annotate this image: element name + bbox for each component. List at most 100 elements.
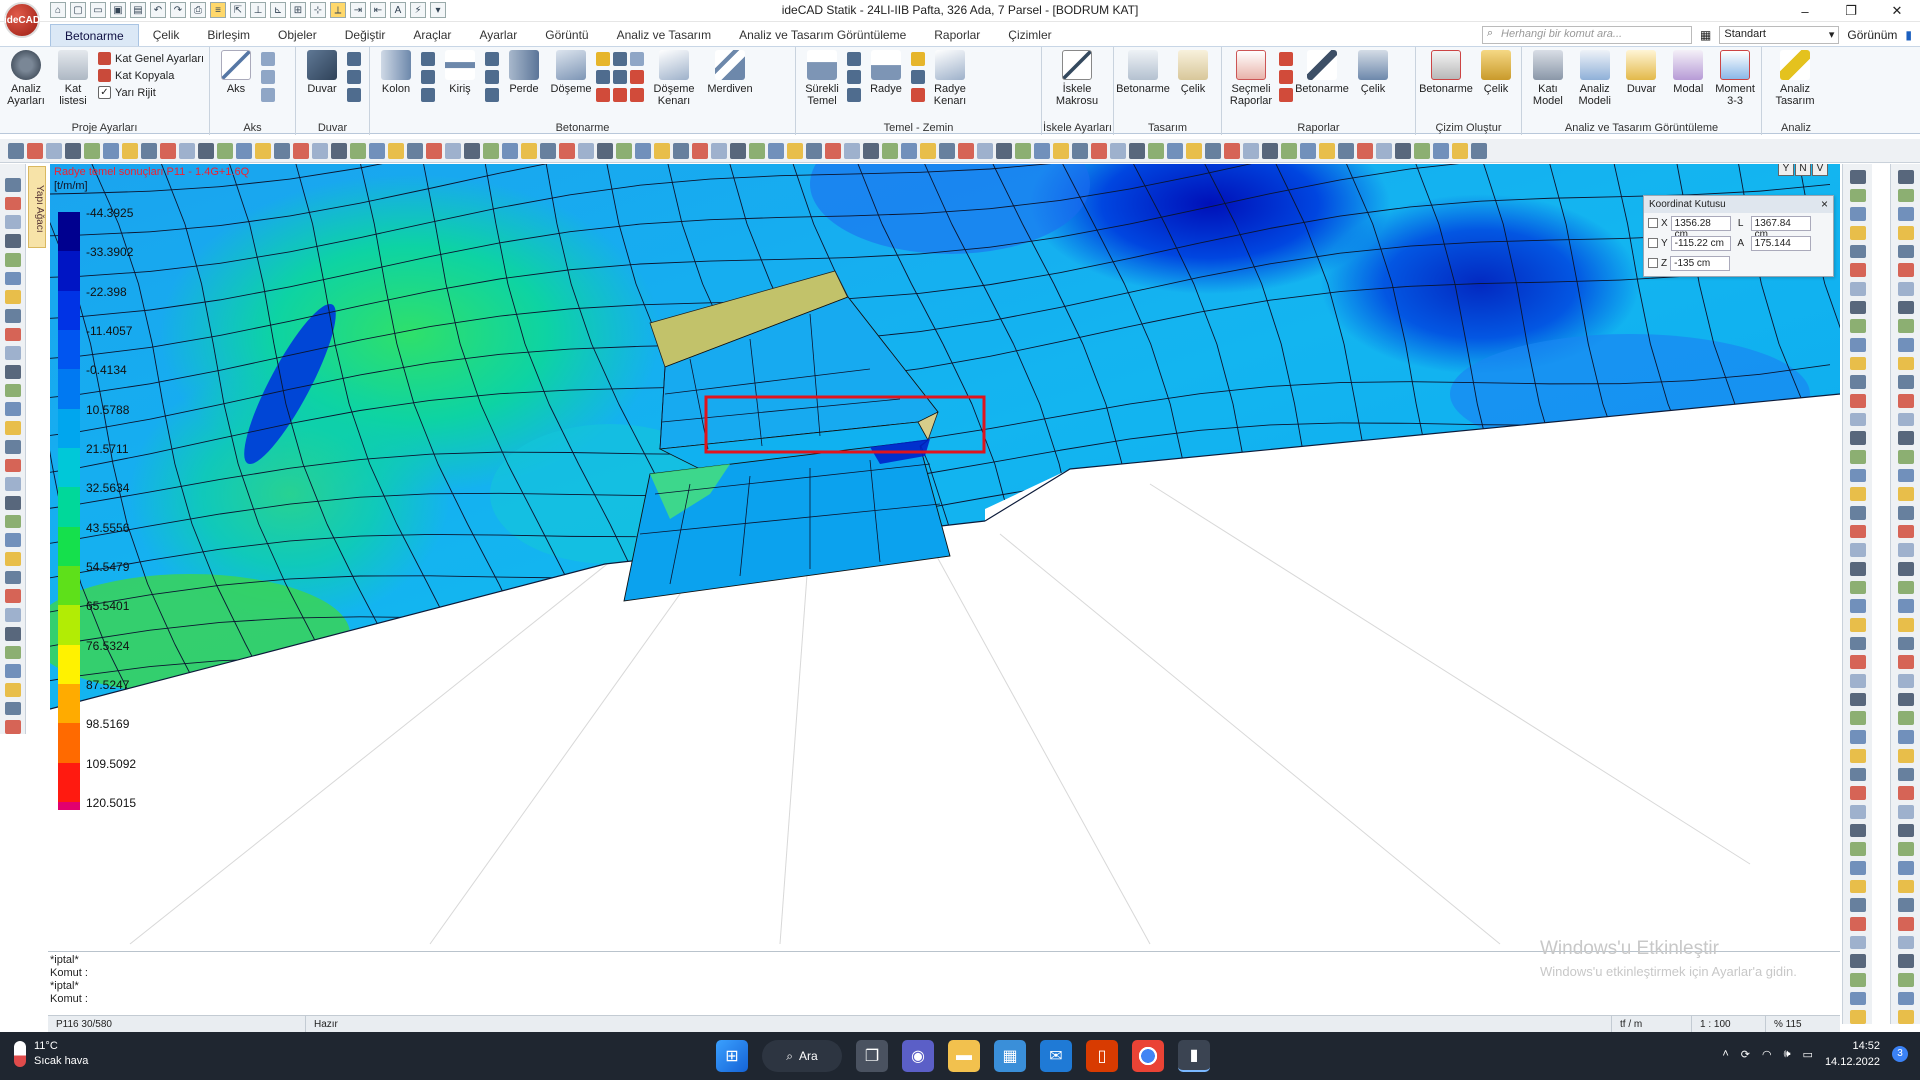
tool-icon[interactable] (1129, 142, 1145, 159)
y-lock-checkbox[interactable] (1648, 238, 1658, 248)
tool-icon[interactable] (4, 701, 21, 716)
beam-curve-icon[interactable] (485, 88, 499, 102)
tool-icon[interactable] (692, 142, 708, 159)
slab-opening-icon[interactable] (630, 52, 644, 66)
tool-icon[interactable] (1897, 487, 1914, 502)
slab-hatch-icon[interactable] (613, 70, 627, 84)
tool-icon[interactable] (1897, 655, 1914, 670)
tool-icon[interactable] (1849, 487, 1866, 502)
tool-icon[interactable] (1849, 170, 1866, 184)
3d-viewport[interactable]: Radye temel sonuçları P11 - 1.4G+1.6Q [t… (50, 164, 1840, 946)
cizim-celik-button[interactable]: Çelik (1475, 50, 1517, 95)
tool-icon[interactable] (1897, 786, 1914, 800)
tool-icon[interactable] (350, 142, 366, 159)
tool-icon[interactable] (1849, 375, 1866, 390)
analiz-tasarim-button[interactable]: Analiz Tasarım (1766, 50, 1824, 107)
tool-icon[interactable] (673, 142, 689, 159)
chrome-icon[interactable] (1132, 1040, 1164, 1072)
kiris-button[interactable]: Kiriş (438, 50, 482, 95)
tool-icon[interactable] (977, 142, 993, 159)
tool-icon[interactable] (1167, 142, 1183, 159)
tool-icon[interactable] (1849, 860, 1866, 875)
tool-icon[interactable] (1849, 562, 1866, 576)
rapor-celik-button[interactable]: Çelik (1351, 50, 1395, 95)
tool-icon[interactable] (1300, 142, 1316, 159)
tool-icon[interactable] (1897, 282, 1914, 296)
tool-icon[interactable] (141, 142, 157, 159)
slab-rib-icon[interactable] (613, 52, 627, 66)
tool-icon[interactable] (255, 142, 271, 159)
column-cap-icon[interactable] (421, 88, 435, 102)
tool-icon[interactable] (4, 533, 21, 548)
slab-yellow-icon[interactable] (596, 52, 610, 66)
rapor-betonarme-button[interactable]: Betonarme (1295, 50, 1349, 95)
task-view-icon[interactable]: ❐ (856, 1040, 888, 1072)
tool-icon[interactable] (1849, 711, 1866, 726)
tool-icon[interactable] (1849, 748, 1866, 763)
help-icon[interactable]: ▮ (1905, 28, 1912, 42)
tool-icon[interactable] (1414, 142, 1430, 159)
tool-icon[interactable] (1849, 506, 1866, 520)
analiz-modeli-button[interactable]: Analiz Modeli (1573, 50, 1617, 107)
tool-icon[interactable] (1897, 618, 1914, 632)
tool-icon[interactable] (1849, 599, 1866, 614)
tool-icon[interactable] (901, 142, 917, 159)
tool-icon[interactable] (4, 196, 21, 211)
tool-icon[interactable] (483, 142, 499, 159)
tool-icon[interactable] (920, 142, 936, 159)
tool-icon[interactable] (768, 142, 784, 159)
tool-icon[interactable] (1897, 412, 1914, 427)
wall-window-icon[interactable] (347, 88, 361, 102)
maximize-button[interactable]: ❐ (1828, 0, 1874, 22)
raft-grid-icon[interactable] (911, 70, 925, 84)
modal-button[interactable]: Modal (1666, 50, 1710, 95)
tasarim-betonarme-button[interactable]: Betonarme (1116, 50, 1170, 95)
tool-icon[interactable] (1849, 898, 1866, 912)
tool-icon[interactable] (1897, 879, 1914, 894)
tool-icon[interactable] (65, 142, 81, 159)
tool-icon[interactable] (597, 142, 613, 159)
tool-icon[interactable] (1849, 226, 1866, 240)
tab-analiz-goruntuleme[interactable]: Analiz ve Tasarım Görüntüleme (725, 24, 920, 46)
tool-icon[interactable] (806, 142, 822, 159)
tie-beam-icon[interactable] (847, 88, 861, 102)
tool-icon[interactable] (1110, 142, 1126, 159)
tool-icon[interactable] (312, 142, 328, 159)
kat-genel-ayarlari-button[interactable]: Kat Genel Ayarları (98, 52, 204, 65)
view-n-button[interactable]: N (1795, 164, 1811, 176)
axis-copy-icon[interactable] (261, 70, 275, 84)
tool-icon[interactable] (1849, 916, 1866, 931)
tab-raporlar[interactable]: Raporlar (920, 24, 994, 46)
tool-icon[interactable] (1281, 142, 1297, 159)
app-logo[interactable]: ideCAD (4, 2, 40, 38)
tool-icon[interactable] (1897, 188, 1914, 203)
tool-icon[interactable] (863, 142, 879, 159)
tool-icon[interactable] (84, 142, 100, 159)
tool-icon[interactable] (1338, 142, 1354, 159)
tool-icon[interactable] (616, 142, 632, 159)
idecad-taskbar-icon[interactable]: ▮ (1178, 1040, 1210, 1072)
slab-cut-icon[interactable] (630, 88, 644, 102)
tool-icon[interactable] (1897, 972, 1914, 987)
tool-icon[interactable] (1849, 580, 1866, 595)
tool-icon[interactable] (1072, 142, 1088, 159)
tool-icon[interactable] (1897, 804, 1914, 819)
tool-icon[interactable] (1897, 692, 1914, 707)
tool-icon[interactable] (939, 142, 955, 159)
tool-icon[interactable] (1849, 207, 1866, 222)
wall-opening-icon[interactable] (347, 52, 361, 66)
axis-rotate-icon[interactable] (261, 52, 275, 66)
kati-model-button[interactable]: Katı Model (1526, 50, 1570, 107)
column-circle-icon[interactable] (421, 52, 435, 66)
tool-icon[interactable] (1471, 142, 1487, 159)
tool-icon[interactable] (1897, 842, 1914, 856)
status-scale[interactable]: 1 : 100 (1692, 1015, 1766, 1033)
report-table-icon[interactable] (1279, 70, 1293, 84)
tool-icon[interactable] (4, 514, 21, 529)
tool-icon[interactable] (1897, 580, 1914, 595)
tool-icon[interactable] (996, 142, 1012, 159)
tool-icon[interactable] (4, 215, 21, 230)
tool-icon[interactable] (1849, 842, 1866, 856)
tool-icon[interactable] (882, 142, 898, 159)
tool-icon[interactable] (1897, 898, 1914, 912)
